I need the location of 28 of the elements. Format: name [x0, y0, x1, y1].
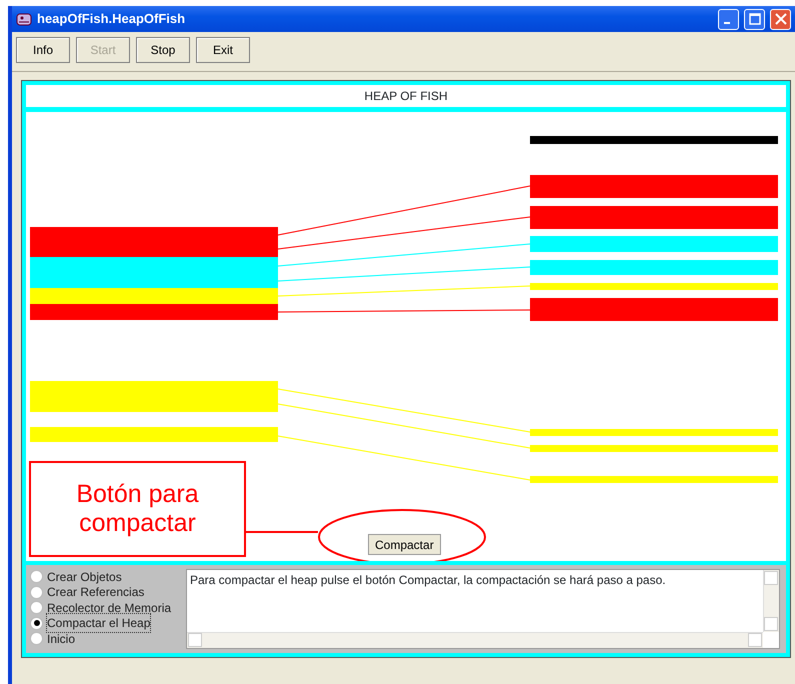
radio-label[interactable]: Crear Referencias	[47, 583, 144, 602]
message-area[interactable]: Para compactar el heap pulse el botón Compactar, la compactación se hará paso a paso.	[186, 569, 780, 649]
minimize-button[interactable]	[718, 8, 739, 30]
close-icon	[774, 13, 786, 25]
horizontal-scrollbar[interactable]	[187, 632, 763, 648]
radio-label[interactable]: Inicio	[47, 630, 76, 648]
radio-label[interactable]: Compactar el Heap	[47, 614, 150, 632]
panel-title: HEAP OF FISH	[26, 85, 786, 107]
maximize-icon	[748, 13, 760, 25]
app-icon	[16, 11, 32, 27]
message-text: Para compactar el heap pulse el botón Compactar, la compactación se hará paso a paso.	[190, 573, 666, 587]
toolbar-button[interactable]: Stop	[136, 37, 190, 63]
toolbar-button[interactable]: Exit	[196, 37, 250, 63]
annotation-text: Botón para compactar	[75, 480, 200, 538]
vertical-scrollbar[interactable]	[763, 570, 779, 632]
radio-button[interactable]	[30, 616, 43, 630]
radio-button[interactable]	[30, 570, 43, 584]
radio-button[interactable]	[30, 601, 43, 614]
radio-label[interactable]: Crear Objetos	[47, 568, 122, 586]
radio-button[interactable]	[30, 632, 43, 646]
minimize-icon	[724, 22, 730, 24]
compact-button[interactable]: Compactar	[368, 534, 441, 555]
maximize-button[interactable]	[744, 8, 765, 30]
window-title: heapOfFish.HeapOfFish	[37, 10, 186, 28]
radio-label[interactable]: Recolector de Memoria	[47, 598, 172, 617]
close-button[interactable]	[770, 8, 791, 30]
radio-button[interactable]	[30, 586, 43, 599]
toolbar-button[interactable]: Info	[16, 37, 70, 63]
